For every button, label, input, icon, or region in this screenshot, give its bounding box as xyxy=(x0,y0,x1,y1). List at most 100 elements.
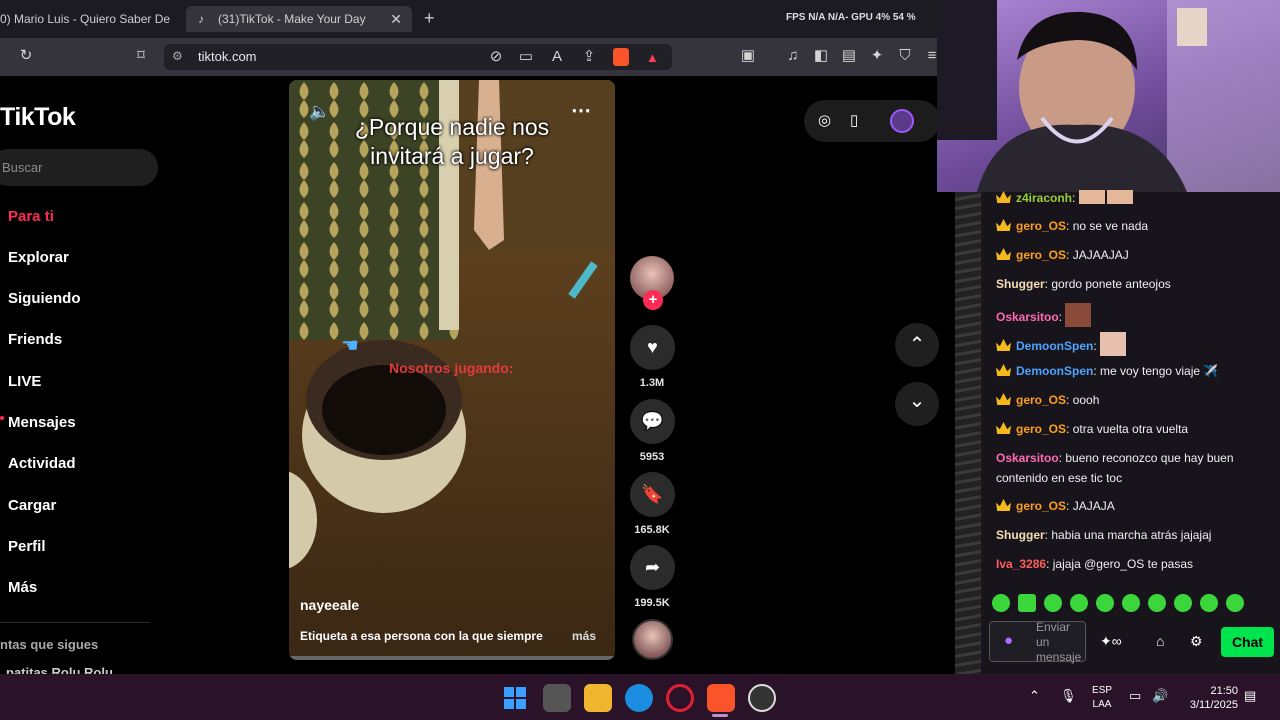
vpn-icon[interactable]: ⛉ xyxy=(895,46,915,66)
video-red-text: Nosotros jugando: xyxy=(389,360,514,376)
chat-username[interactable]: gero_OS xyxy=(1016,422,1066,436)
nav-perfil[interactable]: Perfil xyxy=(8,538,46,555)
video-more-link[interactable]: más xyxy=(572,629,596,643)
wallet-icon[interactable]: ▤ xyxy=(839,46,859,66)
settings-gear-icon[interactable]: ⚙ xyxy=(1190,633,1203,650)
leo-icon[interactable]: ✦ xyxy=(867,46,887,66)
brave-icon[interactable] xyxy=(707,684,735,712)
store-icon[interactable]: ⌂ xyxy=(1156,633,1164,649)
emote-icon[interactable] xyxy=(1018,594,1036,612)
chat-username[interactable]: gero_OS xyxy=(1016,393,1066,407)
network-icon[interactable]: ▭ xyxy=(1129,688,1141,704)
bookmark-icon[interactable]: ⌑ xyxy=(131,46,151,66)
emote-icon[interactable] xyxy=(1174,594,1192,612)
overlay-stats: FPS N/A N/A- GPU 4% 54 % xyxy=(786,12,916,23)
video-progress-bar[interactable] xyxy=(289,656,615,660)
emote-icon xyxy=(1100,332,1127,356)
tiktok-logo[interactable]: TikTok xyxy=(0,103,76,132)
obs-icon[interactable] xyxy=(748,684,776,712)
video-player[interactable]: 🔈 ⋯ ¿Porque nadie nos invitará a jugar? … xyxy=(289,80,615,660)
file-explorer-icon[interactable] xyxy=(584,684,612,712)
volume-icon[interactable]: 🔊 xyxy=(1152,688,1168,704)
chat-send-button[interactable]: Chat xyxy=(1221,627,1274,657)
clock-date: 3/11/2025 xyxy=(1189,699,1238,711)
reader-mode-icon[interactable]: ▣ xyxy=(738,46,758,66)
music-disc-icon[interactable] xyxy=(632,619,673,660)
tab-active[interactable]: ♪ (31)TikTok - Make Your Day ✕ xyxy=(186,6,412,32)
chat-username[interactable]: DemoonSpen xyxy=(1016,339,1093,353)
new-tab-button[interactable]: + xyxy=(424,8,435,29)
previous-video-button[interactable]: ⌃ xyxy=(895,323,939,367)
clock[interactable]: 21:50 3/11/2025 xyxy=(1178,684,1238,712)
emote-icon[interactable] xyxy=(1148,594,1166,612)
site-info-icon[interactable]: ⚙ xyxy=(172,49,183,63)
notification-dot xyxy=(0,416,4,420)
tray-mic-icon[interactable]: 🎙 xyxy=(1060,688,1077,704)
chat-username[interactable]: Iva_3286 xyxy=(996,557,1046,571)
like-icon[interactable]: ♥ xyxy=(630,325,675,370)
cast-icon[interactable]: ▭ xyxy=(516,47,536,67)
save-icon[interactable]: 🔖 xyxy=(630,472,675,517)
chat-username[interactable]: z4iraconh xyxy=(1016,191,1072,205)
brave-rewards-icon[interactable]: ▲ xyxy=(646,50,659,65)
emote-icon[interactable] xyxy=(1122,594,1140,612)
nav-para-ti[interactable]: Para ti xyxy=(8,208,54,225)
start-windows-icon[interactable] xyxy=(501,684,529,712)
emote-icon[interactable] xyxy=(1070,594,1088,612)
nav-mas[interactable]: Más xyxy=(8,579,37,596)
chat-username[interactable]: Oskarsitoo xyxy=(996,451,1059,465)
tray-chevron-icon[interactable]: ⌃ xyxy=(1029,688,1040,704)
crown-badge-icon xyxy=(996,191,1011,203)
chat-username[interactable]: Shugger xyxy=(996,528,1045,542)
chat-username[interactable]: DemoonSpen xyxy=(1016,364,1093,378)
next-video-button[interactable]: ⌄ xyxy=(895,382,939,426)
close-tab-icon[interactable]: ✕ xyxy=(390,6,402,32)
chat-username[interactable]: gero_OS xyxy=(1016,499,1066,513)
sidebar-icon[interactable]: ◧ xyxy=(811,46,831,66)
brave-shield-icon[interactable] xyxy=(613,48,629,66)
bits-icon[interactable]: ✦∞ xyxy=(1100,633,1122,650)
emote-icon[interactable] xyxy=(1200,594,1218,612)
nav-mensajes[interactable]: Mensajes xyxy=(8,414,76,431)
chat-username[interactable]: gero_OS xyxy=(1016,219,1066,233)
tab-inactive[interactable]: 0) Mario Luis - Quiero Saber De Ti xyxy=(0,6,170,32)
tiktok-circle-icon[interactable]: ◎ xyxy=(818,111,831,129)
nav-explorar[interactable]: Explorar xyxy=(8,249,69,266)
chat-username[interactable]: Oskarsitoo xyxy=(996,310,1059,324)
chat-username[interactable]: Shugger xyxy=(996,277,1045,291)
emote-icon[interactable] xyxy=(1226,594,1244,612)
user-avatar[interactable] xyxy=(890,109,914,133)
nav-siguiendo[interactable]: Siguiendo xyxy=(8,290,81,307)
chat-message: gero_OS: no se ve nada xyxy=(996,216,1266,236)
video-author[interactable]: nayeeale xyxy=(300,597,359,613)
address-field[interactable]: ⚙ tiktok.com ⊘ ▭ A ⇪ ▲ xyxy=(164,44,672,70)
share-count: 199.5K xyxy=(634,597,670,609)
chat-input[interactable]: ● Enviar un mensaje xyxy=(989,620,1086,664)
nav-actividad[interactable]: Actividad xyxy=(8,455,76,472)
phone-icon[interactable]: ▯ xyxy=(850,111,858,129)
nav-friends[interactable]: Friends xyxy=(8,331,62,348)
share-icon[interactable]: ➦ xyxy=(630,545,675,590)
no-tracking-icon[interactable]: ⊘ xyxy=(486,47,506,67)
emote-icon[interactable] xyxy=(992,594,1010,612)
opera-icon[interactable] xyxy=(666,684,694,712)
music-icon[interactable]: ♫ xyxy=(783,46,803,66)
translate-icon[interactable]: A xyxy=(547,47,567,67)
microphone-icon[interactable]: ● xyxy=(1004,632,1013,649)
following-item[interactable]: patitas Rolu Rolu xyxy=(6,665,113,674)
chat-username[interactable]: gero_OS xyxy=(1016,248,1066,262)
emote-icon[interactable] xyxy=(1044,594,1062,612)
chat-border-decoration xyxy=(955,192,981,674)
comment-icon[interactable]: 💬 xyxy=(630,399,675,444)
notification-icon[interactable]: ▤ xyxy=(1244,688,1256,704)
language-indicator[interactable]: ESP LAA xyxy=(1092,684,1112,712)
edge-icon[interactable] xyxy=(625,684,653,712)
search-input[interactable]: Buscar xyxy=(0,149,158,186)
follow-plus-icon[interactable]: + xyxy=(643,290,663,310)
reload-icon[interactable]: ↻ xyxy=(16,46,36,66)
nav-live[interactable]: LIVE xyxy=(8,373,41,390)
share-icon[interactable]: ⇪ xyxy=(579,47,599,67)
task-view-icon[interactable] xyxy=(543,684,571,712)
nav-cargar[interactable]: Cargar xyxy=(8,497,56,514)
emote-icon[interactable] xyxy=(1096,594,1114,612)
